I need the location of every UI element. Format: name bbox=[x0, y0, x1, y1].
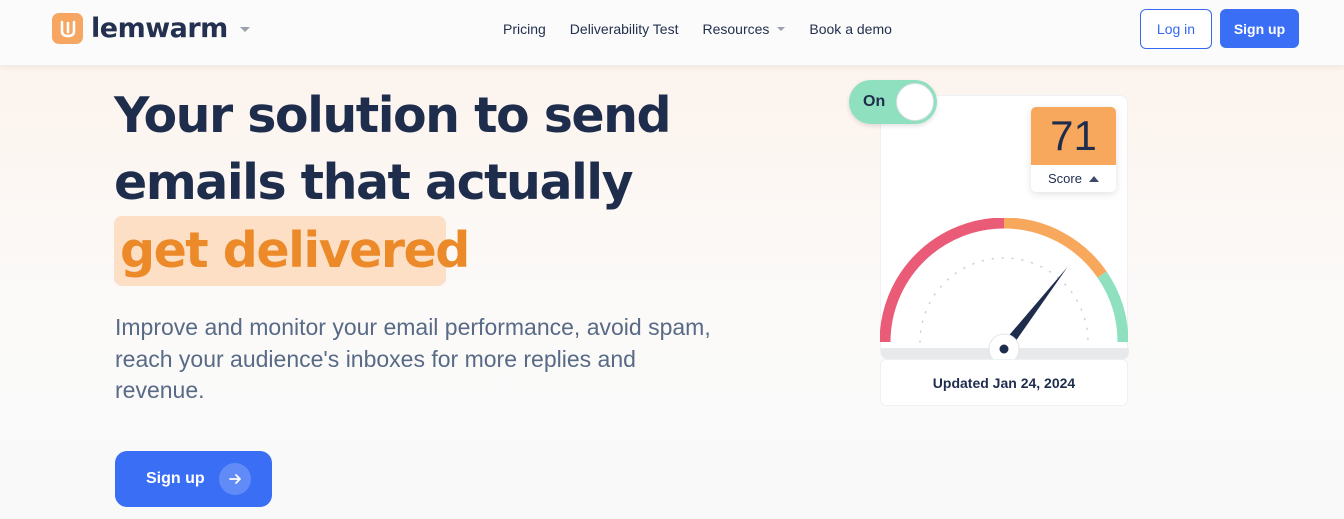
logo-text: lemwarm bbox=[91, 13, 228, 44]
signup-button-header[interactable]: Sign up bbox=[1220, 9, 1299, 48]
nav-resources[interactable]: Resources bbox=[702, 20, 786, 38]
toggle-knob bbox=[896, 83, 934, 121]
hero-title: Your solution to send emails that actual… bbox=[114, 87, 672, 211]
nav-book-a-demo-label: Book a demo bbox=[809, 21, 892, 37]
chevron-down-icon bbox=[777, 27, 786, 31]
score-label-row: Score bbox=[1031, 165, 1116, 192]
signup-button-hero-label: Sign up bbox=[146, 470, 205, 487]
hero-subtitle: Improve and monitor your email performan… bbox=[115, 314, 711, 403]
score-value: 71 bbox=[1031, 107, 1116, 165]
updated-box: Updated Jan 24, 2024 bbox=[880, 359, 1128, 406]
triangle-up-icon bbox=[1088, 175, 1099, 182]
gauge-segment-orange bbox=[1003, 218, 1107, 278]
nav-pricing[interactable]: Pricing bbox=[503, 20, 546, 38]
warmup-toggle[interactable]: On bbox=[849, 80, 937, 124]
lemwarm-logo-icon bbox=[52, 13, 83, 44]
nav-book-a-demo[interactable]: Book a demo bbox=[809, 20, 892, 38]
hero-highlight-text: get delivered bbox=[120, 222, 470, 279]
nav-pricing-label: Pricing bbox=[503, 21, 546, 37]
gauge-hub-dot bbox=[999, 344, 1009, 354]
logo[interactable]: lemwarm bbox=[52, 13, 250, 44]
gauge-segment-red bbox=[880, 218, 1005, 343]
main-nav: Pricing Deliverability Test Resources Bo… bbox=[503, 20, 916, 38]
score-badge: 71 Score bbox=[1031, 107, 1116, 192]
nav-deliverability-test-label: Deliverability Test bbox=[569, 21, 679, 37]
gauge-segment-green bbox=[1097, 271, 1128, 343]
nav-deliverability-test[interactable]: Deliverability Test bbox=[570, 20, 679, 38]
signup-button-hero[interactable]: Sign up bbox=[115, 451, 272, 507]
top-navbar: lemwarm Pricing Deliverability Test Reso… bbox=[0, 0, 1344, 65]
updated-text: Updated Jan 24, 2024 bbox=[932, 374, 1076, 391]
arrow-right-icon bbox=[218, 463, 251, 495]
gauge-dotted-arc bbox=[919, 257, 1089, 343]
toggle-label: On bbox=[863, 93, 886, 110]
nav-resources-label: Resources bbox=[702, 21, 770, 37]
login-button[interactable]: Log in bbox=[1140, 9, 1212, 49]
deliverability-gauge bbox=[880, 218, 1128, 365]
score-label: Score bbox=[1048, 171, 1082, 186]
chevron-down-icon[interactable] bbox=[239, 27, 250, 32]
